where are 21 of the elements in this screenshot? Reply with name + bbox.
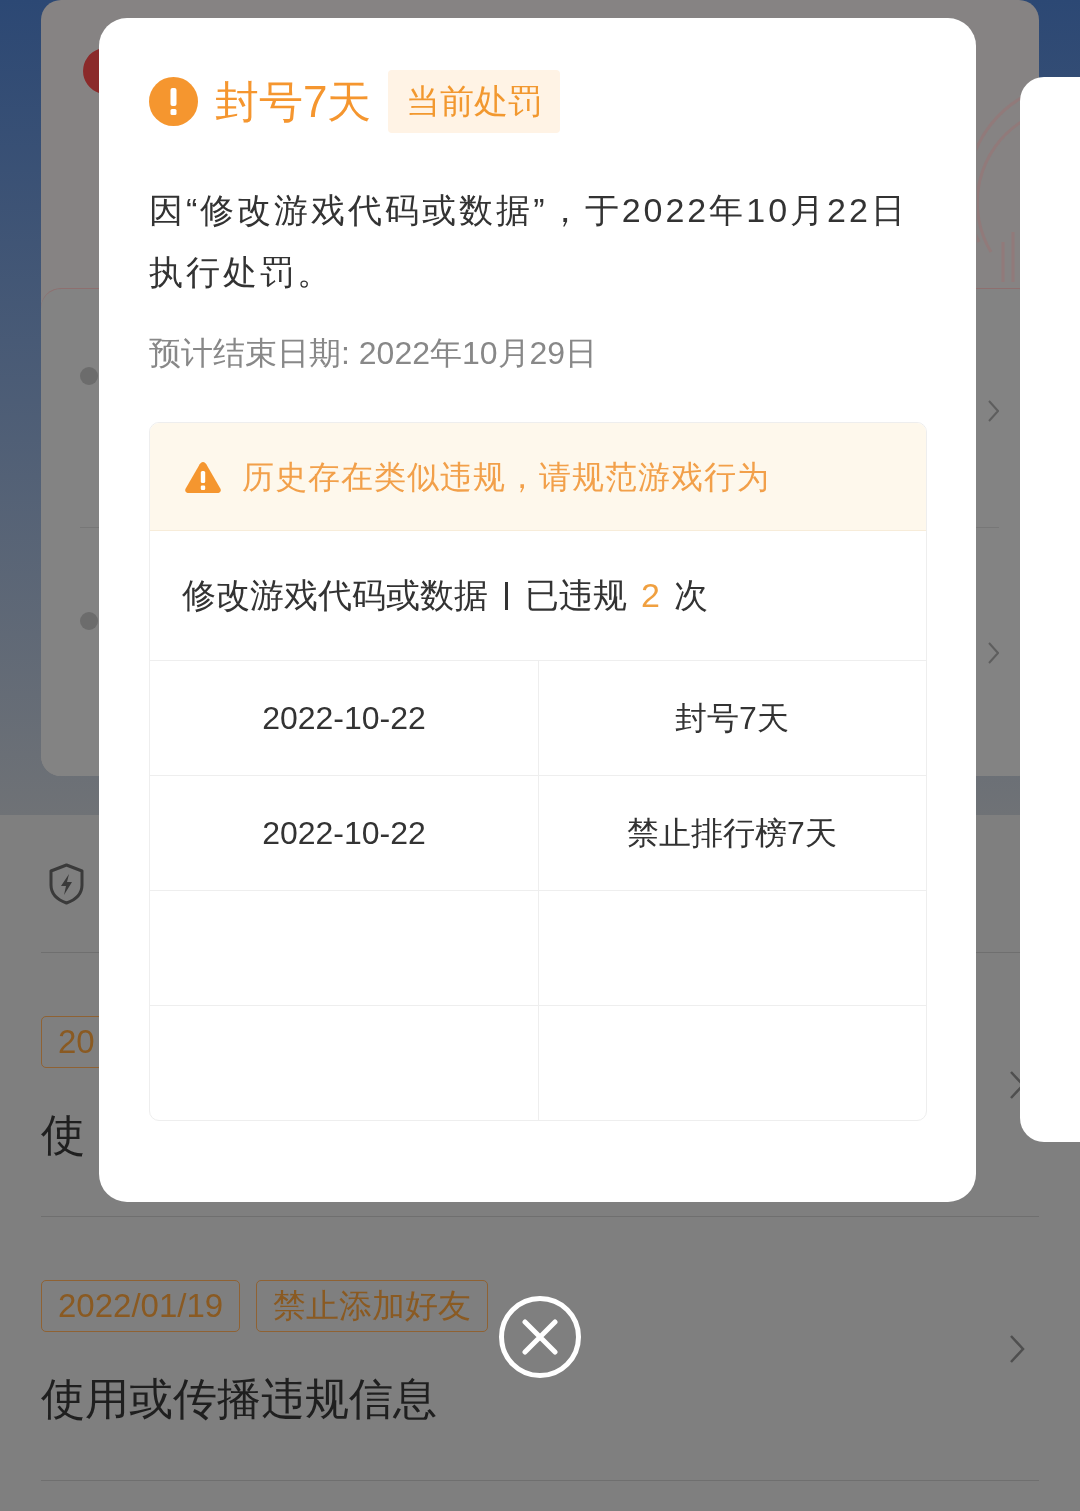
- count-unit-text: 次: [673, 575, 708, 616]
- end-date-text: 预计结束日期: 2022年10月29日: [149, 334, 599, 373]
- violation-count-label: 已违规: [525, 575, 627, 616]
- penalty-message: 因“修改游戏代码或数据”，于2022年10月22日执行处罚。: [149, 190, 909, 293]
- close-button[interactable]: [499, 1296, 581, 1378]
- warning-icon: [184, 459, 222, 494]
- violation-count: 2: [641, 575, 660, 616]
- notice-text: 历史存在类似违规，请规范游戏行为: [242, 457, 770, 497]
- record-title: 使用或传播违规信息: [41, 1373, 438, 1425]
- record-title: 使: [41, 1109, 86, 1161]
- chevron-right-icon: [988, 641, 999, 664]
- violation-type-text: 修改游戏代码或数据: [182, 575, 488, 616]
- chevron-right-icon: [1009, 1333, 1025, 1364]
- penalty-tag: 禁止添加好友: [256, 1280, 489, 1332]
- date-tag: 2022/01/19: [41, 1280, 241, 1332]
- shield-lightning-icon: [48, 862, 85, 905]
- exclamation-icon: [149, 77, 198, 126]
- chevron-right-icon: [988, 400, 999, 422]
- penalty-title: 封号7天: [215, 76, 372, 128]
- current-penalty-tag: 当前处罚: [388, 70, 561, 133]
- close-icon: [522, 1319, 558, 1355]
